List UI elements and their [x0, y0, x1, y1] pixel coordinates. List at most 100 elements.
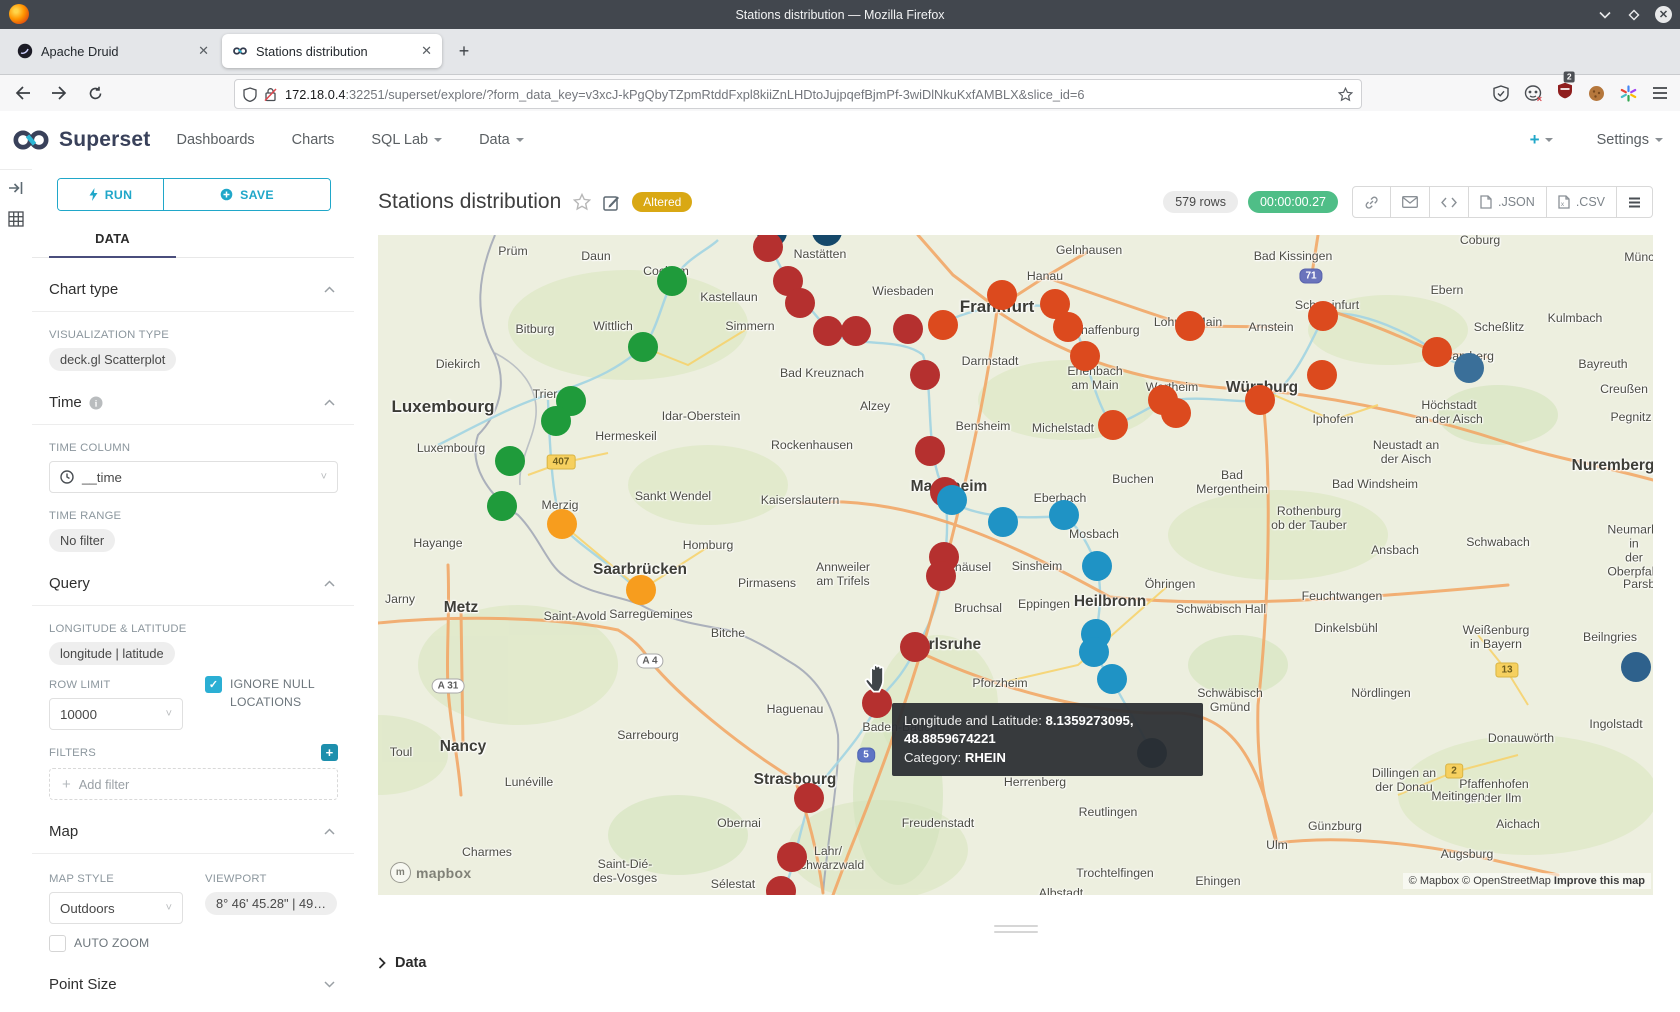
- multi-account-mask-icon[interactable]: ✕: [1524, 85, 1542, 102]
- colorful-extension-icon[interactable]: [1620, 85, 1637, 102]
- favorite-star-icon[interactable]: [573, 193, 591, 211]
- map-data-point[interactable]: [777, 842, 807, 872]
- map-data-point[interactable]: [841, 316, 871, 346]
- tab-stations-distribution[interactable]: Stations distribution ✕: [222, 34, 442, 68]
- section-time[interactable]: Time i: [49, 371, 338, 424]
- auto-zoom-checkbox[interactable]: [49, 935, 66, 952]
- insecure-lock-icon[interactable]: [264, 87, 277, 102]
- copy-link-button[interactable]: [1352, 186, 1391, 218]
- map-data-point[interactable]: [1307, 360, 1337, 390]
- dataset-grid-icon[interactable]: [8, 211, 24, 227]
- map-data-point[interactable]: [1422, 337, 1452, 367]
- map-data-point[interactable]: [1049, 500, 1079, 530]
- bookmark-star-icon[interactable]: [1338, 87, 1353, 102]
- map-data-point[interactable]: [495, 446, 525, 476]
- nav-data[interactable]: Data: [479, 132, 524, 148]
- new-tab-button[interactable]: +: [452, 39, 476, 63]
- map-data-point[interactable]: [1098, 410, 1128, 440]
- row-limit-select[interactable]: 10000 ˅: [49, 698, 183, 730]
- export-csv-button[interactable]: x .CSV: [1547, 186, 1617, 218]
- map-data-point[interactable]: [928, 310, 958, 340]
- map-data-point[interactable]: [1245, 385, 1275, 415]
- viewport-value[interactable]: 8° 46' 45.28" | 49…: [205, 892, 337, 915]
- export-json-button[interactable]: .JSON: [1469, 186, 1547, 218]
- forward-icon[interactable]: [44, 79, 74, 107]
- map-data-point[interactable]: [1097, 664, 1127, 694]
- window-titlebar[interactable]: Stations distribution — Mozilla Firefox …: [0, 0, 1680, 29]
- shield-permissions-icon[interactable]: [243, 87, 257, 102]
- mapbox-logo[interactable]: mmapbox: [390, 862, 471, 883]
- embed-code-button[interactable]: [1430, 186, 1469, 218]
- map-data-point[interactable]: [926, 561, 956, 591]
- map-data-point[interactable]: [900, 632, 930, 662]
- altered-badge[interactable]: Altered: [632, 192, 692, 212]
- edit-properties-icon[interactable]: [603, 194, 620, 211]
- collapse-panel-icon[interactable]: [8, 181, 24, 195]
- map-data-point[interactable]: [988, 507, 1018, 537]
- back-icon[interactable]: [8, 79, 38, 107]
- map-data-point[interactable]: [1053, 312, 1083, 342]
- superset-logo[interactable]: Superset: [11, 128, 150, 152]
- map-data-point[interactable]: [893, 314, 923, 344]
- map-data-point[interactable]: [1308, 301, 1338, 331]
- time-column-select[interactable]: __time ˅: [49, 461, 338, 493]
- ublock-icon[interactable]: 2: [1557, 82, 1573, 104]
- add-filter-dropzone[interactable]: + Add filter: [49, 768, 338, 800]
- map-attribution[interactable]: © Mapbox © OpenStreetMap Improve this ma…: [1403, 873, 1651, 889]
- nav-dashboards[interactable]: Dashboards: [176, 132, 254, 148]
- map-data-point[interactable]: [910, 360, 940, 390]
- section-map[interactable]: Map: [49, 800, 338, 853]
- map-data-point[interactable]: [1082, 551, 1112, 581]
- map-data-point[interactable]: [487, 491, 517, 521]
- tab-data[interactable]: DATA: [49, 222, 176, 258]
- map-data-point[interactable]: [987, 280, 1017, 310]
- cookie-extension-icon[interactable]: [1588, 85, 1605, 102]
- url-input[interactable]: 172.18.0.4:32251/superset/explore/?form_…: [234, 79, 1362, 109]
- time-range-value[interactable]: No filter: [49, 529, 115, 552]
- close-icon[interactable]: ✕: [1655, 6, 1672, 23]
- nav-charts[interactable]: Charts: [292, 132, 335, 148]
- map-data-point[interactable]: [657, 266, 687, 296]
- nav-sql-lab[interactable]: SQL Lab: [371, 132, 442, 148]
- map-data-point[interactable]: [1454, 353, 1484, 383]
- email-share-button[interactable]: [1391, 186, 1430, 218]
- data-results-panel-toggle[interactable]: Data: [378, 955, 1653, 971]
- run-button[interactable]: RUN: [58, 179, 164, 210]
- section-chart-type[interactable]: Chart type: [49, 258, 338, 311]
- map-data-point[interactable]: [785, 288, 815, 318]
- section-point-size[interactable]: Point Size: [49, 953, 338, 1006]
- map-data-point[interactable]: [547, 509, 577, 539]
- map-data-point[interactable]: [813, 316, 843, 346]
- map-data-point[interactable]: [1161, 398, 1191, 428]
- chart-menu-button[interactable]: [1617, 186, 1653, 218]
- map-data-point[interactable]: [626, 575, 656, 605]
- minimize-icon[interactable]: [1597, 7, 1613, 23]
- map-data-point[interactable]: [937, 485, 967, 515]
- save-button[interactable]: SAVE: [164, 179, 330, 210]
- map-data-point[interactable]: [915, 436, 945, 466]
- maximize-icon[interactable]: [1626, 7, 1642, 23]
- menu-hamburger-icon[interactable]: [1652, 86, 1668, 100]
- map-data-point[interactable]: [541, 406, 571, 436]
- map-data-point[interactable]: [794, 783, 824, 813]
- map-data-point[interactable]: [1621, 652, 1651, 682]
- panel-resize-handle[interactable]: [378, 925, 1653, 933]
- tab-close-icon[interactable]: ✕: [198, 43, 209, 59]
- lonlat-value[interactable]: longitude | latitude: [49, 642, 175, 665]
- map-data-point[interactable]: [1070, 341, 1100, 371]
- deckgl-scatterplot-map[interactable]: PrümDaunCochemNastättenKastellaunBitburg…: [378, 235, 1653, 895]
- add-filter-plus-button[interactable]: +: [321, 744, 338, 761]
- new-item-button[interactable]: +: [1530, 130, 1553, 150]
- viz-type-value[interactable]: deck.gl Scatterplot: [49, 348, 176, 371]
- map-data-point[interactable]: [1175, 311, 1205, 341]
- section-query[interactable]: Query: [49, 552, 338, 605]
- map-data-point[interactable]: [628, 332, 658, 362]
- map-data-point[interactable]: [1079, 637, 1109, 667]
- nav-settings[interactable]: Settings: [1597, 132, 1663, 148]
- tab-apache-druid[interactable]: Apache Druid ✕: [7, 34, 219, 68]
- reload-icon[interactable]: [80, 79, 110, 107]
- ignore-null-checkbox[interactable]: ✓: [205, 676, 222, 693]
- protection-shield-icon[interactable]: [1493, 85, 1509, 102]
- tab-close-icon[interactable]: ✕: [421, 43, 432, 59]
- map-style-select[interactable]: Outdoors ˅: [49, 892, 183, 924]
